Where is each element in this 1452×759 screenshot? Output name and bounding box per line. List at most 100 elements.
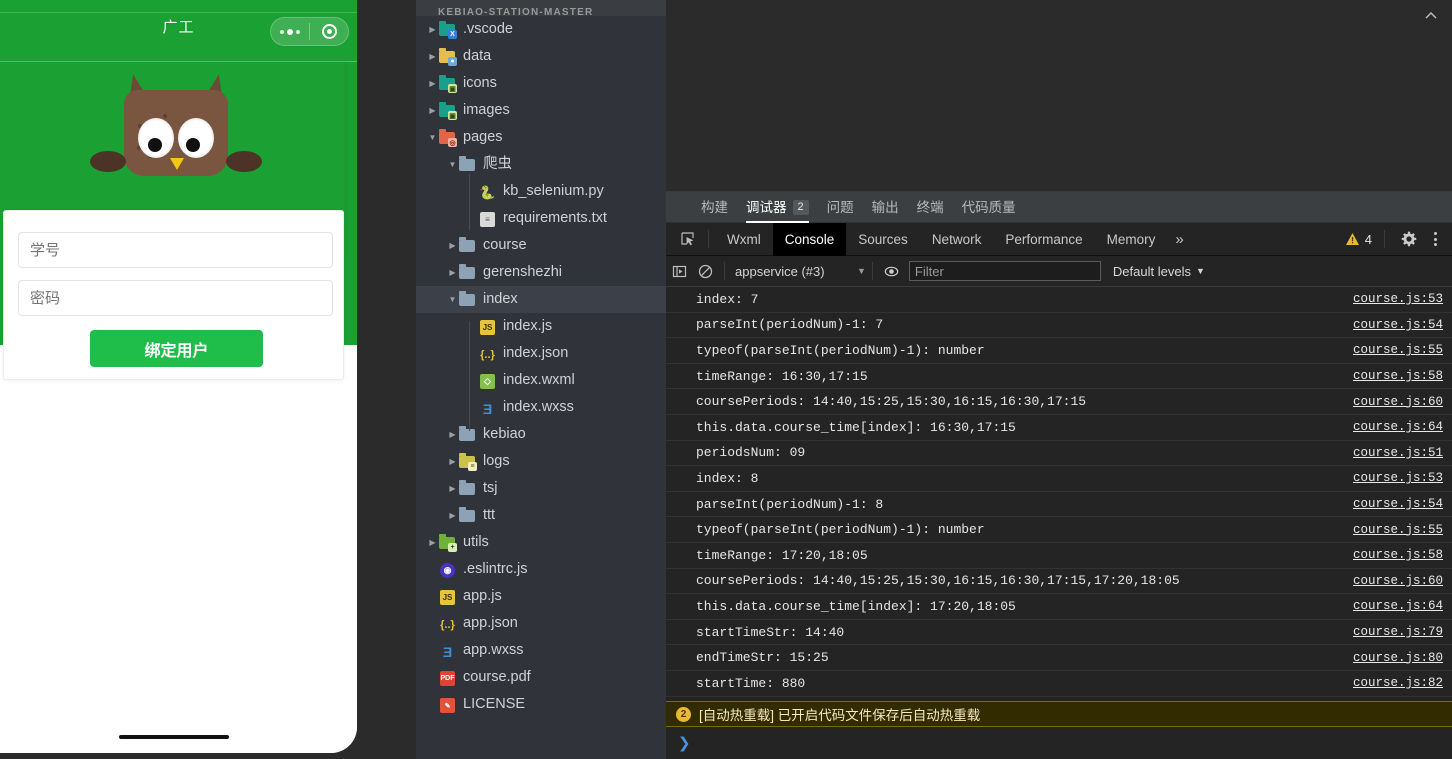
collapse-panel-button[interactable] (1424, 0, 1438, 31)
console-log-source-link[interactable]: course.js:55 (1353, 523, 1443, 537)
devtools-tab-sources[interactable]: Sources (846, 223, 920, 256)
tree-file-requirements.txt[interactable]: ≡ requirements.txt (416, 205, 666, 232)
devtools-tab-bar[interactable]: Wxml Console Sources Network Performance Memo… (666, 222, 1452, 256)
tree-file-index.json[interactable]: {..} index.json (416, 340, 666, 367)
chevron-down-icon[interactable]: ▼ (426, 124, 439, 151)
console-log-source-link[interactable]: course.js:58 (1353, 369, 1443, 383)
panel-tab-5[interactable]: 终端 (908, 192, 953, 223)
panel-tab-6[interactable]: 代码质量 (953, 192, 1025, 223)
console-log-source-link[interactable]: course.js:53 (1353, 292, 1443, 306)
student-id-input[interactable] (18, 232, 333, 268)
chevron-right-icon[interactable]: ▶ (426, 70, 439, 97)
folder-data-icon: ● (439, 48, 457, 66)
console-log-source-link[interactable]: course.js:60 (1353, 395, 1443, 409)
devtools-tab-memory[interactable]: Memory (1095, 223, 1168, 256)
tree-folder-gerenshezhi[interactable]: ▶ gerenshezhi (416, 259, 666, 286)
bind-user-button[interactable]: 绑定用户 (90, 330, 263, 367)
tree-file-app.js[interactable]: JS app.js (416, 583, 666, 610)
devtools-tab-performance[interactable]: Performance (993, 223, 1094, 256)
console-prompt-row[interactable]: ❯ (666, 727, 1452, 759)
console-sidebar-icon[interactable] (666, 258, 692, 284)
tree-folder-icons[interactable]: ▶ ▣ icons (416, 70, 666, 97)
console-log-source-link[interactable]: course.js:64 (1353, 599, 1443, 613)
devtools-tabs[interactable]: Wxml Console Sources Network Performance Memo… (715, 222, 1192, 256)
panel-tab-label: 终端 (916, 199, 944, 215)
console-log-source-link[interactable]: course.js:54 (1353, 497, 1443, 511)
chevron-down-icon[interactable]: ▼ (446, 286, 459, 313)
console-log-source-link[interactable]: course.js:53 (1353, 471, 1443, 485)
console-log-source-link[interactable]: course.js:54 (1353, 318, 1443, 332)
tree-file-LICENSE[interactable]: ✎ LICENSE (416, 691, 666, 718)
more-dots-icon[interactable] (271, 28, 309, 35)
tree-folder-images[interactable]: ▶ ▣ images (416, 97, 666, 124)
tree-folder-kebiao[interactable]: ▶ kebiao (416, 421, 666, 448)
panel-tab-3[interactable]: 问题 (818, 192, 863, 223)
tree-item-label: tsj (483, 480, 498, 496)
console-log-source-link[interactable]: course.js:55 (1353, 343, 1443, 357)
chevron-right-icon[interactable]: ▶ (426, 16, 439, 43)
devtools-tab-console[interactable]: Console (772, 222, 847, 256)
console-context-select[interactable]: appservice (#3) ▼ (735, 264, 866, 279)
console-log-list[interactable]: index: 7 course.js:53 parseInt(periodNum)-… (666, 287, 1452, 701)
console-log-row: coursePeriods: 14:40,15:25,15:30,16:15,1… (666, 569, 1452, 595)
tree-file-kb_selenium.py[interactable]: 🐍 kb_selenium.py (416, 178, 666, 205)
inspect-element-icon[interactable] (674, 227, 702, 251)
chevron-right-icon[interactable]: ▶ (446, 421, 459, 448)
chevron-right-icon[interactable]: ▶ (446, 232, 459, 259)
tree-file-course.pdf[interactable]: PDF course.pdf (416, 664, 666, 691)
console-log-source-link[interactable]: course.js:60 (1353, 574, 1443, 588)
tree-file-index.js[interactable]: JS index.js (416, 313, 666, 340)
devtools-tab-network[interactable]: Network (920, 223, 994, 256)
chevron-right-icon[interactable]: ▶ (446, 259, 459, 286)
file-tree[interactable]: ▶ X .vscode ▶ ● data ▶ ▣ icons ▶ ▣ images ▼ ◎ pages ▼ 爬虫… (416, 16, 666, 718)
console-log-source-link[interactable]: course.js:64 (1353, 420, 1443, 434)
panel-tab-1[interactable]: 构建 (692, 192, 737, 223)
console-log-source-link[interactable]: course.js:82 (1353, 676, 1443, 690)
chevron-right-icon[interactable]: ▶ (426, 529, 439, 556)
console-filter-input[interactable] (908, 261, 1101, 281)
tree-folder-tsj[interactable]: ▶ tsj (416, 475, 666, 502)
tree-folder-data[interactable]: ▶ ● data (416, 43, 666, 70)
weapp-capsule[interactable] (270, 17, 349, 46)
tree-folder-logs[interactable]: ▶ ≡ logs (416, 448, 666, 475)
simulator-scrollbar[interactable] (344, 62, 348, 258)
tree-file-index.wxml[interactable]: ◇ index.wxml (416, 367, 666, 394)
chevron-down-icon[interactable]: ▼ (446, 151, 459, 178)
clear-console-icon[interactable] (692, 258, 718, 284)
chevron-right-icon[interactable]: ▶ (446, 448, 459, 475)
tree-folder-.vscode[interactable]: ▶ X .vscode (416, 16, 666, 43)
chevron-right-icon[interactable]: ▶ (426, 43, 439, 70)
chevron-right-icon[interactable]: ▶ (446, 502, 459, 529)
tree-file-index.wxss[interactable]: Ǝindex.wxss (416, 394, 666, 421)
panel-tab-bar[interactable]: 构建 调试器 2 问题 输出 终端 代码质量 (666, 192, 1452, 223)
devtools-more-tabs-button[interactable]: » (1167, 223, 1191, 256)
wxss-file-icon: Ǝ (442, 643, 453, 660)
more-vertical-icon[interactable] (1427, 232, 1444, 246)
console-warning-row[interactable]: 2 [自动热重载] 已开启代码文件保存后自动热重载 (666, 701, 1452, 727)
tree-file-app.json[interactable]: {..} app.json (416, 610, 666, 637)
tree-folder-ttt[interactable]: ▶ ttt (416, 502, 666, 529)
tree-file-.eslintrc.js[interactable]: ◉ .eslintrc.js (416, 556, 666, 583)
console-log-source-link[interactable]: course.js:51 (1353, 446, 1443, 460)
live-expression-icon[interactable] (879, 258, 905, 284)
tree-file-app.wxss[interactable]: Ǝapp.wxss (416, 637, 666, 664)
tree-folder-utils[interactable]: ▶ + utils (416, 529, 666, 556)
console-levels-select[interactable]: Default levels ▼ (1113, 264, 1205, 279)
chevron-right-icon[interactable]: ▶ (446, 475, 459, 502)
target-circle-icon[interactable] (310, 24, 348, 39)
console-log-source-link[interactable]: course.js:79 (1353, 625, 1443, 639)
warning-count-badge: 2 (676, 706, 691, 722)
console-log-source-link[interactable]: course.js:58 (1353, 548, 1443, 562)
chevron-right-icon[interactable]: ▶ (426, 97, 439, 124)
tree-folder-pages[interactable]: ▼ ◎ pages (416, 124, 666, 151)
panel-tab-4[interactable]: 输出 (863, 192, 908, 223)
tree-folder-爬虫[interactable]: ▼ 爬虫 (416, 151, 666, 178)
gear-icon[interactable] (1397, 231, 1421, 247)
tree-folder-index[interactable]: ▼ index (416, 286, 666, 313)
tree-folder-course[interactable]: ▶ course (416, 232, 666, 259)
warning-indicator[interactable]: 4 (1345, 232, 1372, 247)
devtools-tab-wxml[interactable]: Wxml (715, 223, 773, 256)
password-input[interactable] (18, 280, 333, 316)
console-log-source-link[interactable]: course.js:80 (1353, 651, 1443, 665)
panel-tab-2[interactable]: 调试器 2 (737, 192, 818, 223)
